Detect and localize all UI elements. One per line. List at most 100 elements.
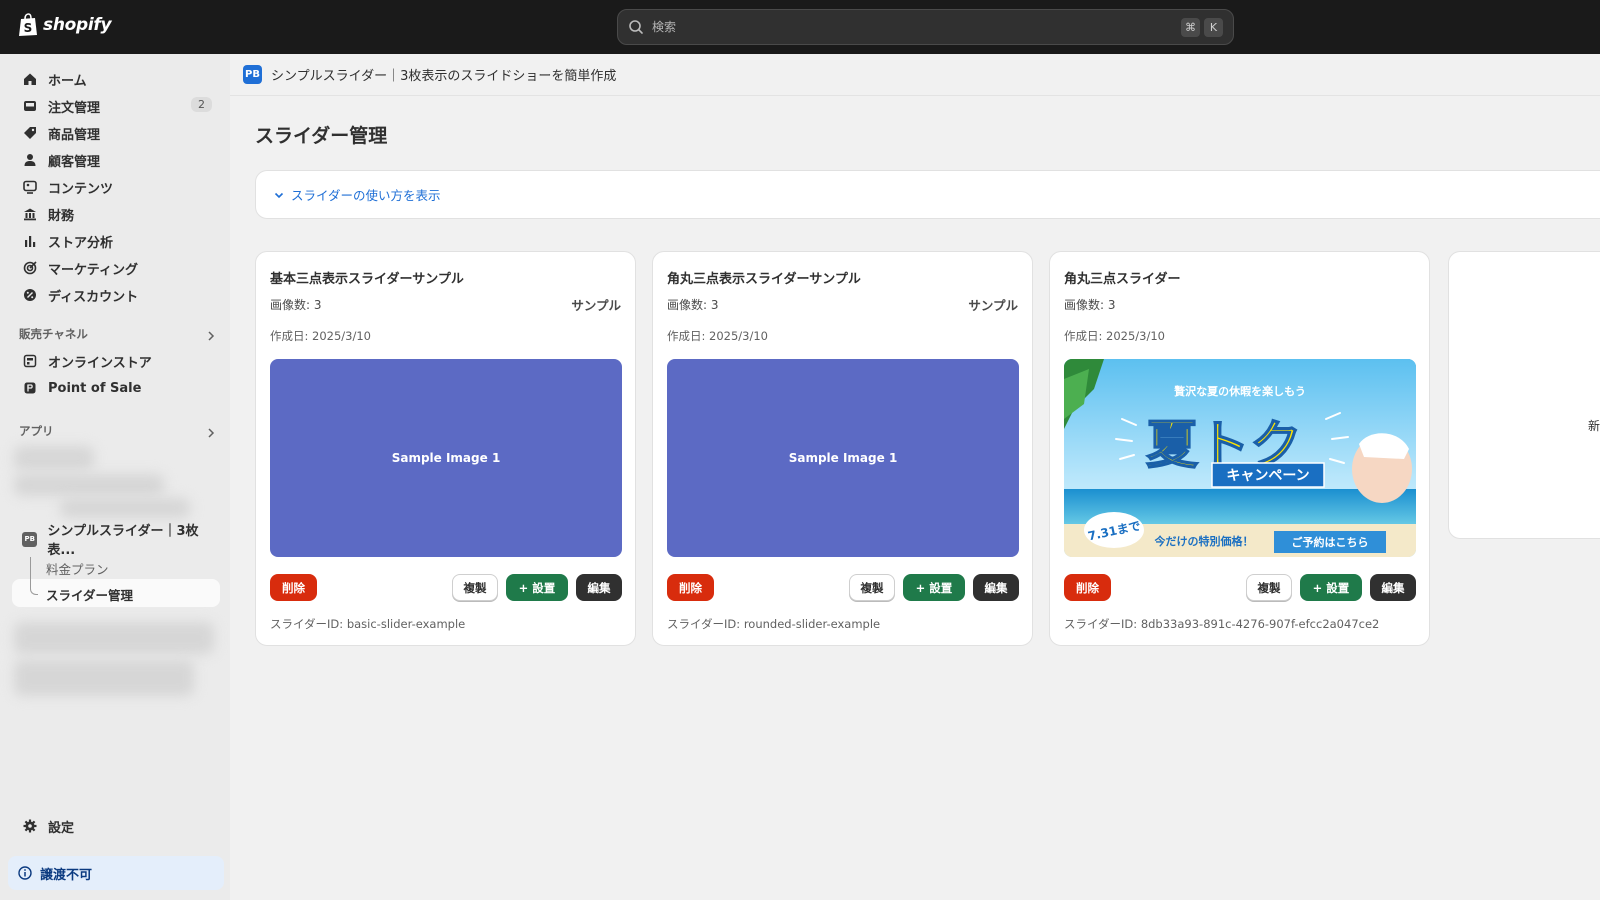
sidebar-item-finance[interactable]: 財務 xyxy=(12,201,220,227)
slider-title: 基本三点表示スライダーサンプル xyxy=(270,272,464,287)
sidebar-item-simple-slider-app[interactable]: PB シンプルスライダー｜3枚表... xyxy=(12,524,220,558)
sidebar-item-label: ホーム xyxy=(48,73,87,89)
sidebar-item-content[interactable]: コンテンツ xyxy=(12,174,220,200)
created-date: 作成日: 2025/3/10 xyxy=(667,329,768,343)
slider-card: 基本三点表示スライダーサンプル 画像数: 3 サンプル 作成日: 2025/3/… xyxy=(255,251,636,646)
blurred-app-item xyxy=(14,622,214,654)
sample-tag: サンプル xyxy=(571,298,621,313)
sidebar-item-analytics[interactable]: ストア分析 xyxy=(12,228,220,254)
image-count: 画像数: 3 xyxy=(270,298,322,312)
sidebar-item-products[interactable]: 商品管理 xyxy=(12,120,220,146)
sidebar-item-label: ストア分析 xyxy=(48,235,114,251)
slider-card: 角丸三点スライダー 画像数: 3 作成日: 2025/3/10 贅沢な夏の休暇を… xyxy=(1049,251,1430,646)
banner-cta: ご予約はこちら xyxy=(1292,535,1369,549)
apps-heading[interactable]: アプリ xyxy=(19,423,54,439)
slider-preview-image: Sample Image 1 xyxy=(270,359,622,557)
sidebar-subitem-pricing[interactable]: 料金プラン xyxy=(46,559,109,578)
sidebar-item-discounts[interactable]: ディスカウント xyxy=(12,282,220,308)
duplicate-button[interactable]: 複製 xyxy=(849,574,895,601)
person-icon xyxy=(22,152,38,168)
banner-special-price: 今だけの特別価格！ xyxy=(1154,534,1254,548)
slider-card: 角丸三点表示スライダーサンプル 画像数: 3 サンプル 作成日: 2025/3/… xyxy=(652,251,1033,646)
discount-icon xyxy=(22,287,38,303)
inbox-icon xyxy=(22,98,38,114)
howto-disclosure[interactable]: スライダーの使い方を表示 xyxy=(255,170,1600,219)
sidebar-item-label: ディスカウント xyxy=(48,289,139,305)
bank-icon xyxy=(22,206,38,222)
install-button[interactable]: + 設置 xyxy=(1300,574,1362,601)
slider-id: スライダーID: basic-slider-example xyxy=(270,617,466,631)
sidebar-item-orders[interactable]: 注文管理 2 xyxy=(12,93,220,119)
sidebar-item-label: シンプルスライダー｜3枚表... xyxy=(47,524,199,558)
sidebar-item-online-store[interactable]: オンラインストア xyxy=(12,348,220,374)
search-icon xyxy=(629,20,643,34)
chevron-right-icon[interactable] xyxy=(205,330,217,342)
delete-button[interactable]: 削除 xyxy=(667,574,714,601)
sales-channels-heading[interactable]: 販売チャネル xyxy=(19,326,88,342)
created-date: 作成日: 2025/3/10 xyxy=(270,329,371,343)
edit-button[interactable]: 編集 xyxy=(973,574,1019,601)
notice-label: 譲渡不可 xyxy=(40,867,93,883)
content-icon xyxy=(22,179,38,195)
sidebar-item-marketing[interactable]: マーケティング xyxy=(12,255,220,281)
shopify-logo[interactable]: S shopify xyxy=(18,13,112,37)
sidebar-item-label: マーケティング xyxy=(48,262,138,278)
image-count: 画像数: 3 xyxy=(1064,298,1116,312)
command-key: ⌘ xyxy=(1181,17,1200,37)
app-title: シンプルスライダー｜3枚表示のスライドショーを簡単作成 xyxy=(271,69,617,84)
edit-button[interactable]: 編集 xyxy=(576,574,622,601)
sidebar-item-label: 注文管理 xyxy=(48,100,101,116)
app-header: PB シンプルスライダー｜3枚表示のスライドショーを簡単作成 xyxy=(230,54,1600,96)
sidebar-item-label: コンテンツ xyxy=(48,181,114,197)
new-slider-label: 新規 xyxy=(1588,419,1600,433)
banner-campaign: キャンペーン xyxy=(1226,468,1309,484)
page-title: スライダー管理 xyxy=(255,125,388,147)
sidebar-item-label: Point of Sale xyxy=(48,380,142,396)
banner-artwork: 贅沢な夏の休暇を楽しもう 夏トク キャンペーン 7.31まで 今だけの特別価格！… xyxy=(1064,359,1416,557)
duplicate-button[interactable]: 複製 xyxy=(452,574,498,601)
sample-tag: サンプル xyxy=(968,298,1018,313)
top-bar: S shopify ⌘ K xyxy=(0,0,1600,54)
bar-chart-icon xyxy=(22,233,38,249)
orders-count-badge: 2 xyxy=(191,97,212,112)
slider-id: スライダーID: rounded-slider-example xyxy=(667,617,881,631)
store-icon xyxy=(22,353,38,369)
shopify-bag-icon: S xyxy=(19,13,37,36)
search-input[interactable] xyxy=(652,20,1177,34)
non-transferable-notice[interactable]: 譲渡不可 xyxy=(8,856,224,890)
sidebar-subitem-slider-management[interactable]: スライダー管理 xyxy=(46,585,133,604)
image-count: 画像数: 3 xyxy=(667,298,719,312)
sidebar-item-point-of-sale[interactable]: Point of Sale xyxy=(12,375,220,401)
delete-button[interactable]: 削除 xyxy=(270,574,317,601)
howto-link[interactable]: スライダーの使い方を表示 xyxy=(291,185,441,204)
sidebar-item-label: 財務 xyxy=(48,208,75,224)
blurred-app-item xyxy=(14,660,194,696)
blurred-app-item xyxy=(14,474,164,496)
slider-id: スライダーID: 8db33a93-891c-4276-907f-efcc2a0… xyxy=(1064,617,1380,631)
blurred-app-item xyxy=(14,446,94,470)
preview-image-label: Sample Image 1 xyxy=(788,451,898,465)
duplicate-button[interactable]: 複製 xyxy=(1246,574,1292,601)
chevron-right-icon[interactable] xyxy=(205,427,217,439)
search-bar[interactable]: ⌘ K xyxy=(617,9,1234,45)
sidebar-item-home[interactable]: ホーム xyxy=(12,66,220,92)
brand-name: shopify xyxy=(43,15,112,35)
app-icon: PB xyxy=(22,531,38,547)
sidebar-item-label: 商品管理 xyxy=(48,127,101,143)
delete-button[interactable]: 削除 xyxy=(1064,574,1111,601)
edit-button[interactable]: 編集 xyxy=(1370,574,1416,601)
sidebar-item-settings[interactable]: 設定 xyxy=(12,813,220,839)
created-date: 作成日: 2025/3/10 xyxy=(1064,329,1165,343)
sidebar-item-label: 顧客管理 xyxy=(48,154,101,170)
home-icon xyxy=(22,71,38,87)
sidebar-item-customers[interactable]: 顧客管理 xyxy=(12,147,220,173)
tree-connector xyxy=(30,557,38,595)
k-key: K xyxy=(1204,17,1223,37)
summer-campaign-banner: 贅沢な夏の休暇を楽しもう 夏トク キャンペーン 7.31まで 今だけの特別価格！… xyxy=(1064,359,1416,557)
info-icon xyxy=(18,866,32,880)
slider-title: 角丸三点表示スライダーサンプル xyxy=(667,272,861,287)
install-button[interactable]: + 設置 xyxy=(903,574,965,601)
install-button[interactable]: + 設置 xyxy=(506,574,568,601)
new-slider-card[interactable]: 新規 xyxy=(1448,251,1600,539)
svg-text:S: S xyxy=(24,21,33,35)
